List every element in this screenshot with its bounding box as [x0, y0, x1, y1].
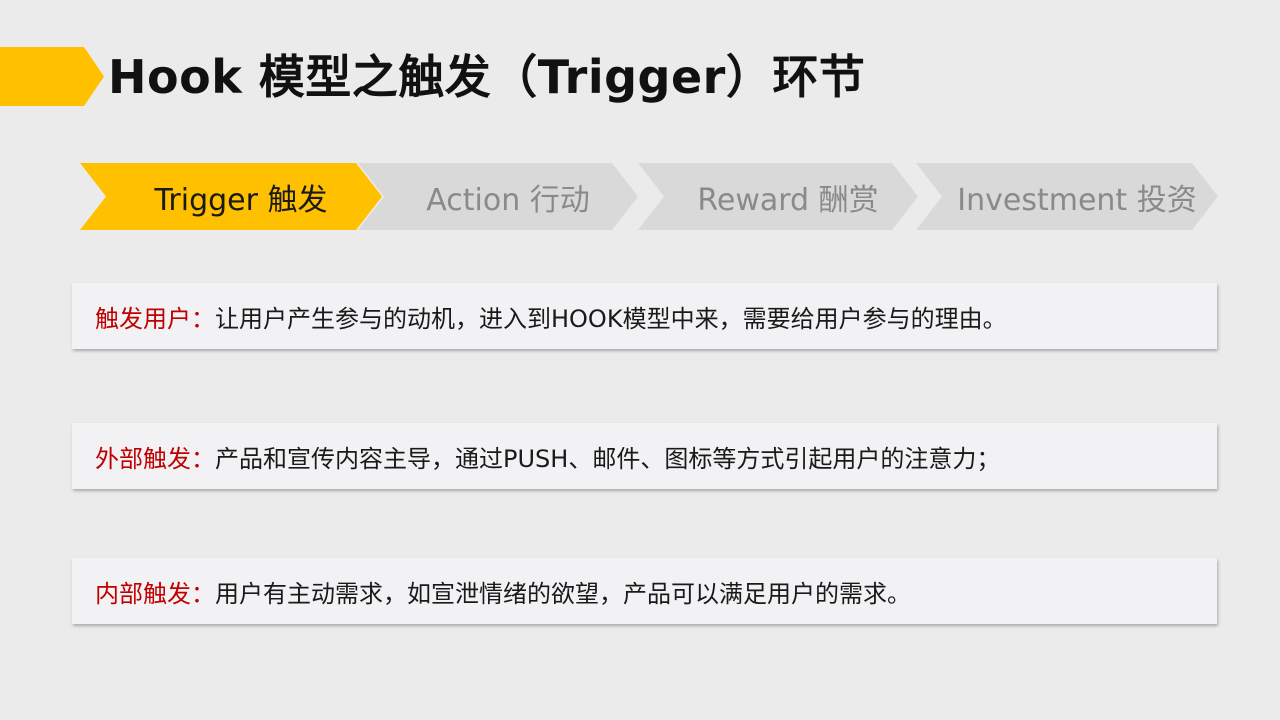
step-investment: Investment 投资	[916, 163, 1218, 230]
title-accent-marker	[0, 47, 104, 106]
card-label: 内部触发	[95, 579, 191, 608]
card-separator: ：	[191, 444, 215, 473]
card-label: 外部触发	[95, 444, 191, 473]
page-title: Hook 模型之触发（Trigger）环节	[108, 50, 866, 104]
card-label: 触发用户	[95, 304, 191, 333]
step-label: Reward 酬赏	[697, 182, 879, 218]
card-text: 产品和宣传内容主导，通过PUSH、邮件、图标等方式引起用户的注意力；	[215, 444, 1001, 473]
step-reward: Reward 酬赏	[638, 163, 918, 230]
step-label: Trigger 触发	[154, 182, 328, 218]
step-action: Action 行动	[358, 163, 638, 230]
card-text: 用户有主动需求，如宣泄情绪的欲望，产品可以满足用户的需求。	[215, 579, 911, 608]
info-card-external-trigger: 外部触发：产品和宣传内容主导，通过PUSH、邮件、图标等方式引起用户的注意力；	[72, 423, 1217, 489]
info-card-trigger-user: 触发用户：让用户产生参与的动机，进入到HOOK模型中来，需要给用户参与的理由。	[72, 283, 1217, 349]
info-card-internal-trigger: 内部触发：用户有主动需求，如宣泄情绪的欲望，产品可以满足用户的需求。	[72, 558, 1217, 624]
step-label: Investment 投资	[957, 182, 1197, 218]
card-separator: ：	[191, 304, 215, 333]
card-separator: ：	[191, 579, 215, 608]
step-label: Action 行动	[426, 182, 590, 218]
card-text: 让用户产生参与的动机，进入到HOOK模型中来，需要给用户参与的理由。	[215, 304, 1007, 333]
step-trigger: Trigger 触发	[80, 163, 382, 230]
